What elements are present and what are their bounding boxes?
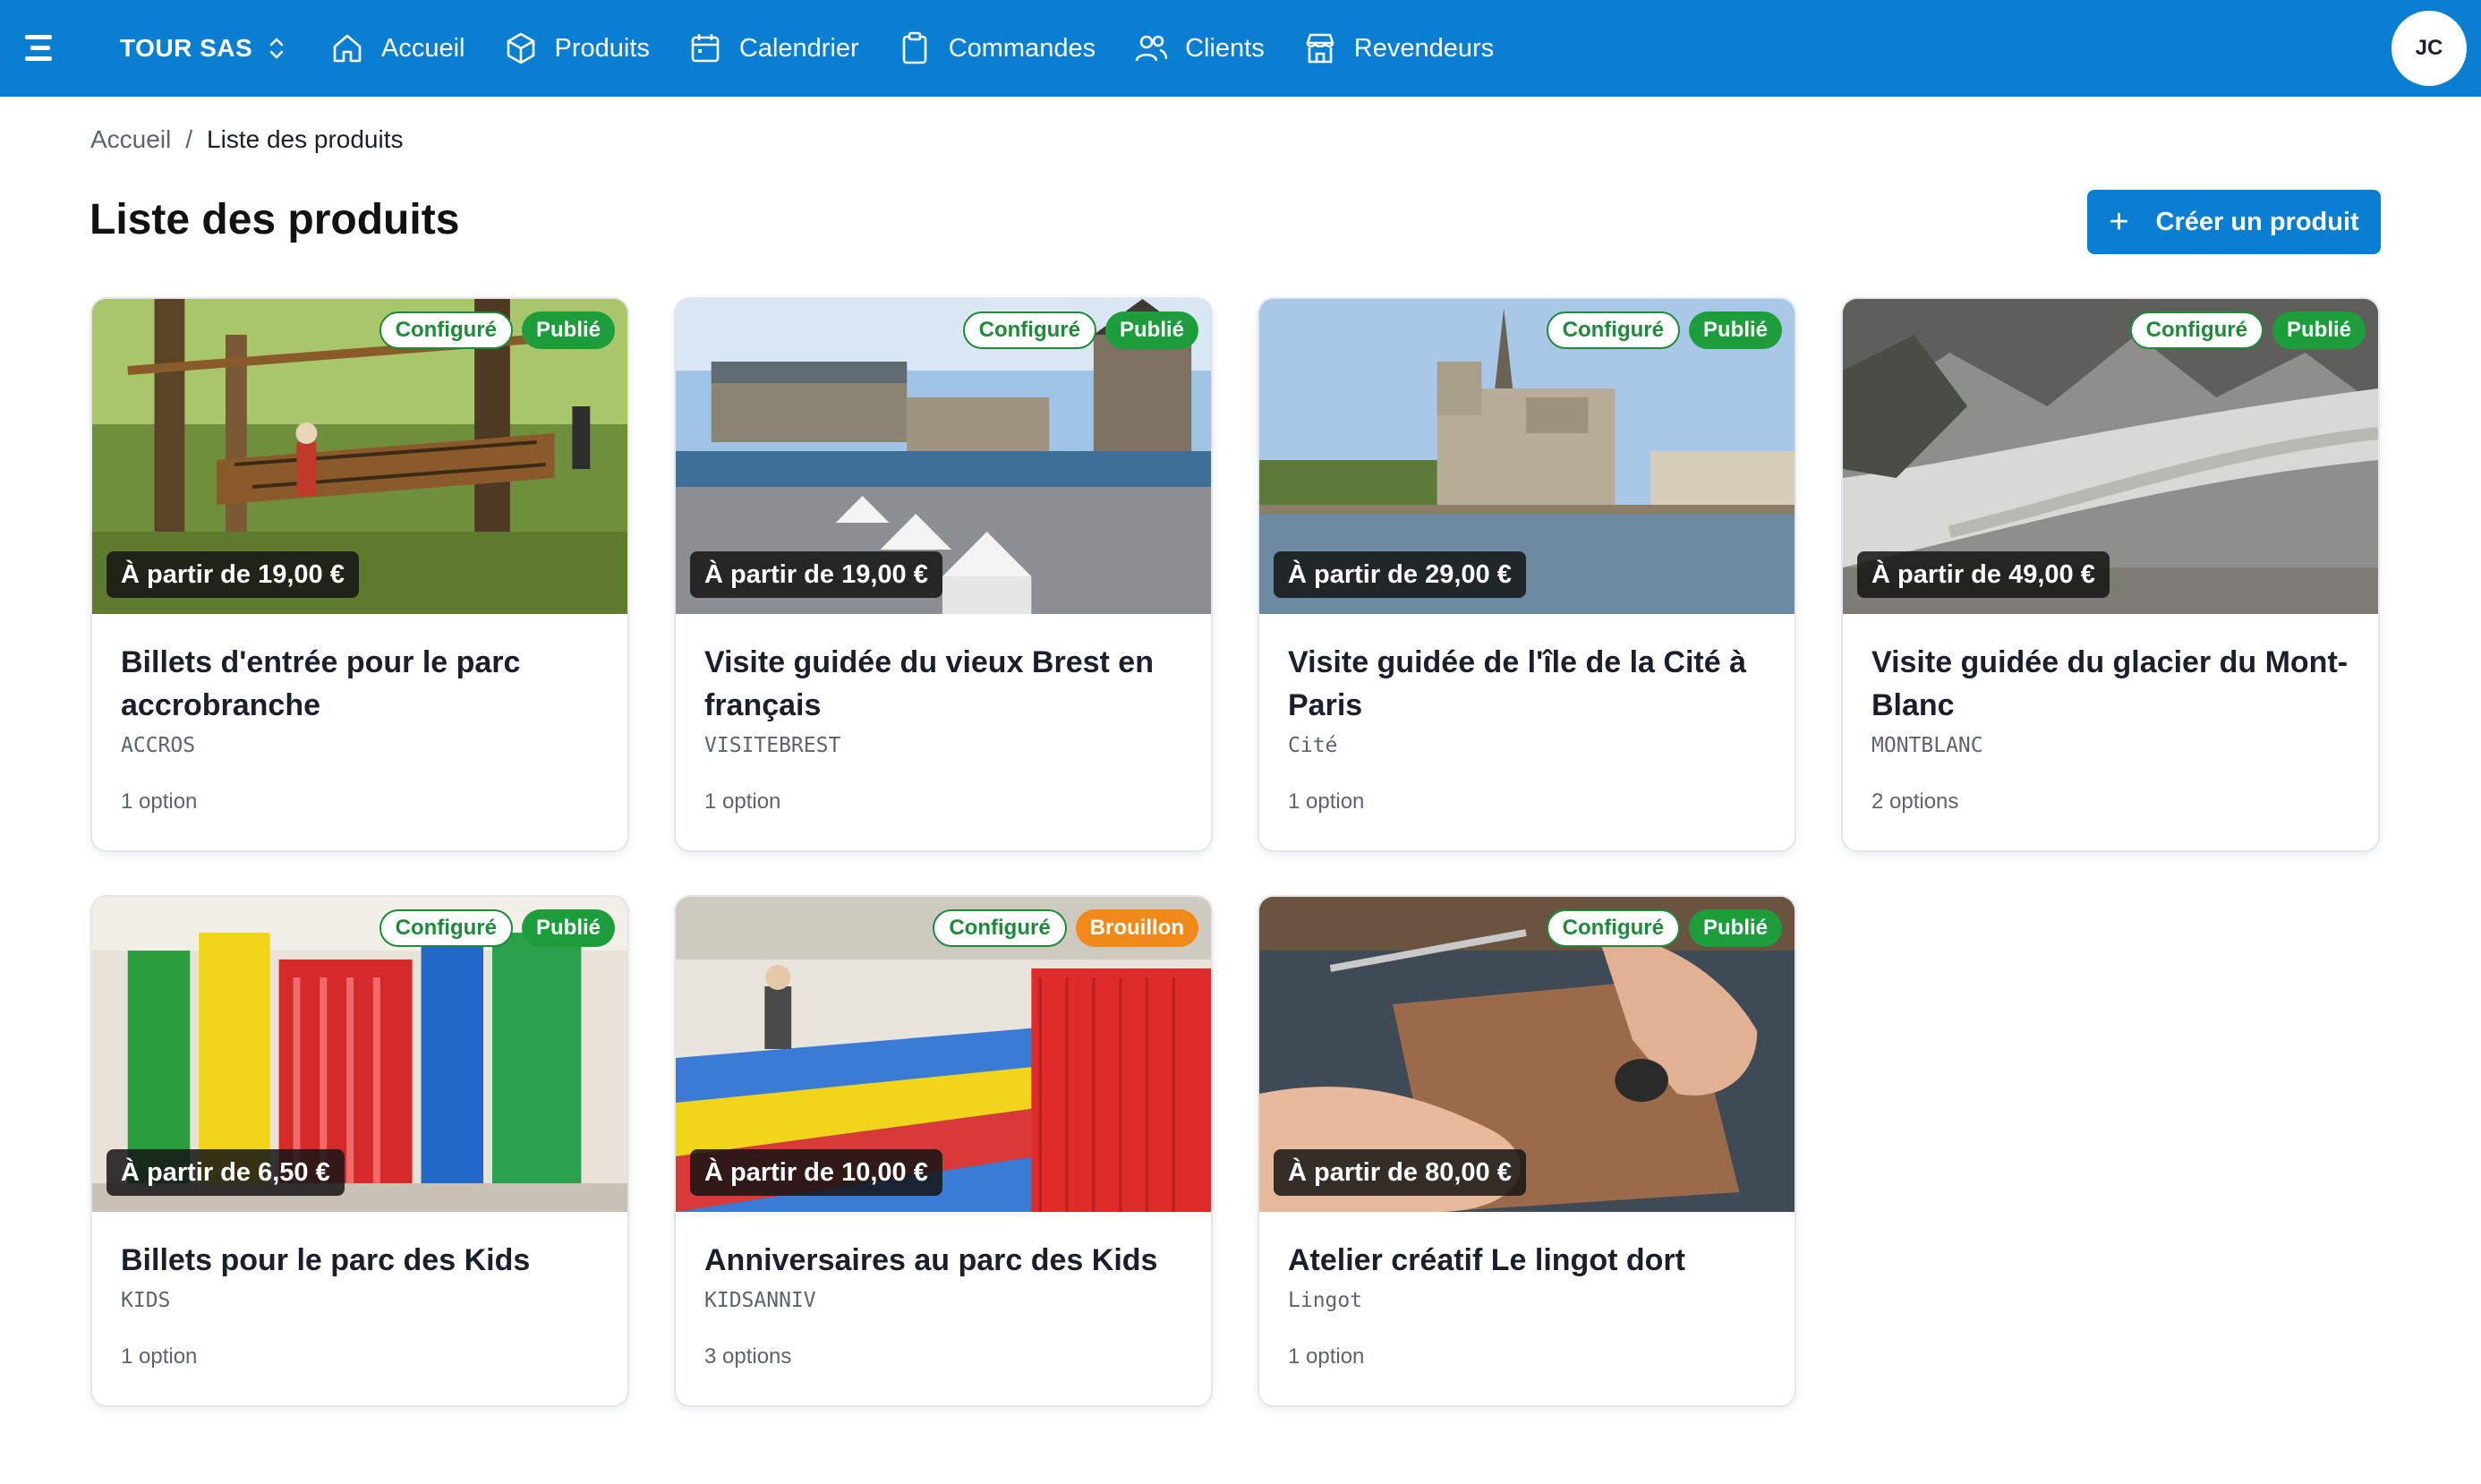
product-title[interactable]: Anniversaires au parc des Kids xyxy=(704,1239,1182,1282)
draft-badge: Brouillon xyxy=(1075,909,1198,947)
product-image-notre-dame: Configuré Publié À partir de 29,00 € xyxy=(1259,299,1795,614)
main-nav: Accueil Produits Calendrier Commandes Cl… xyxy=(329,0,1531,97)
nav-label-accueil: Accueil xyxy=(381,33,465,63)
published-badge: Publié xyxy=(1104,311,1198,349)
product-image-leather-workshop: Configuré Publié À partir de 80,00 € xyxy=(1259,897,1795,1212)
status-badges: Configuré Publié xyxy=(1546,311,1782,349)
product-card[interactable]: Configuré Publié À partir de 49,00 € Vis… xyxy=(1841,297,2380,852)
product-image-trampoline-park: Configuré Brouillon À partir de 10,00 € xyxy=(676,897,1211,1212)
product-image-glacier-valley: Configuré Publié À partir de 49,00 € xyxy=(1843,299,2378,614)
product-code: VISITEBREST xyxy=(704,734,841,757)
status-badges: Configuré Publié xyxy=(379,311,615,349)
nav-item-calendrier[interactable]: Calendrier xyxy=(687,30,859,66)
product-code: Cité xyxy=(1288,734,1338,757)
nav-label-clients: Clients xyxy=(1185,33,1265,63)
configured-badge: Configuré xyxy=(1546,909,1680,947)
product-image-treetop-adventure-park: Configuré Publié À partir de 19,00 € xyxy=(92,299,627,614)
configured-badge: Configuré xyxy=(962,311,1096,349)
product-code: KIDS xyxy=(121,1289,171,1312)
product-card[interactable]: Configuré Publié À partir de 19,00 € Bil… xyxy=(90,297,629,852)
product-title[interactable]: Billets d'entrée pour le parc accrobranc… xyxy=(121,641,599,727)
published-badge: Publié xyxy=(521,909,615,947)
configured-badge: Configuré xyxy=(379,909,513,947)
product-title[interactable]: Atelier créatif Le lingot dort xyxy=(1288,1239,1766,1282)
price-tag: À partir de 49,00 € xyxy=(1857,551,2110,598)
plus-icon: + xyxy=(2109,203,2129,241)
breadcrumb-home-link[interactable]: Accueil xyxy=(90,125,171,154)
status-badges: Configuré Brouillon xyxy=(933,909,1198,947)
price-tag: À partir de 19,00 € xyxy=(690,551,942,598)
nav-label-calendrier: Calendrier xyxy=(738,33,859,63)
product-card[interactable]: Configuré Brouillon À partir de 10,00 € … xyxy=(674,895,1213,1407)
configured-badge: Configuré xyxy=(1546,311,1680,349)
page-title: Liste des produits xyxy=(90,196,460,243)
configured-badge: Configuré xyxy=(379,311,513,349)
product-title[interactable]: Visite guidée du vieux Brest en français xyxy=(704,641,1182,727)
status-badges: Configuré Publié xyxy=(1546,909,1782,947)
price-tag: À partir de 19,00 € xyxy=(107,551,359,598)
organization-switcher[interactable]: TOUR SAS xyxy=(120,0,286,97)
organization-name: TOUR SAS xyxy=(120,34,253,62)
nav-item-commandes[interactable]: Commandes xyxy=(897,30,1096,66)
product-options-count: 1 option xyxy=(704,789,781,814)
product-image-brest-harbor: Configuré Publié À partir de 19,00 € xyxy=(676,299,1211,614)
product-card[interactable]: Configuré Publié À partir de 19,00 € Vis… xyxy=(674,297,1213,852)
product-title[interactable]: Billets pour le parc des Kids xyxy=(121,1239,599,1282)
nav-label-commandes: Commandes xyxy=(948,33,1096,63)
nav-label-produits: Produits xyxy=(554,33,650,63)
price-tag: À partir de 10,00 € xyxy=(690,1149,942,1196)
configured-badge: Configuré xyxy=(933,909,1067,947)
users-icon xyxy=(1135,35,1168,62)
create-product-button[interactable]: + Créer un produit xyxy=(2087,190,2381,254)
product-options-count: 3 options xyxy=(704,1344,792,1369)
product-title[interactable]: Visite guidée de l'île de la Cité à Pari… xyxy=(1288,641,1766,727)
price-tag: À partir de 80,00 € xyxy=(1274,1149,1526,1196)
price-tag: À partir de 6,50 € xyxy=(107,1149,345,1196)
nav-item-revendeurs[interactable]: Revendeurs xyxy=(1302,30,1494,66)
nav-item-clients[interactable]: Clients xyxy=(1133,30,1265,66)
calendar-icon xyxy=(691,34,720,63)
product-image-inflatable-slide: Configuré Publié À partir de 6,50 € xyxy=(92,897,627,1212)
breadcrumb: Accueil / Liste des produits xyxy=(90,125,404,154)
configured-badge: Configuré xyxy=(2129,311,2264,349)
nav-item-produits[interactable]: Produits xyxy=(503,30,650,66)
breadcrumb-separator: / xyxy=(185,125,193,153)
clipboard-icon xyxy=(902,31,926,64)
product-options-count: 1 option xyxy=(1288,789,1365,814)
product-code: Lingot xyxy=(1288,1289,1363,1312)
home-icon xyxy=(333,34,362,63)
status-badges: Configuré Publié xyxy=(379,909,615,947)
published-badge: Publié xyxy=(2272,311,2366,349)
product-card[interactable]: Configuré Publié À partir de 6,50 € Bill… xyxy=(90,895,629,1407)
product-code: ACCROS xyxy=(121,734,196,757)
create-product-label: Créer un produit xyxy=(2155,207,2359,236)
nav-label-revendeurs: Revendeurs xyxy=(1353,33,1495,63)
box-icon xyxy=(507,32,534,64)
status-badges: Configuré Publié xyxy=(962,311,1198,349)
status-badges: Configuré Publié xyxy=(2129,311,2366,349)
product-options-count: 1 option xyxy=(121,789,198,814)
user-avatar[interactable]: JC xyxy=(2391,11,2467,86)
published-badge: Publié xyxy=(1688,909,1782,947)
product-card[interactable]: Configuré Publié À partir de 29,00 € Vis… xyxy=(1258,297,1796,852)
product-options-count: 1 option xyxy=(121,1344,198,1369)
chevron-up-down-icon xyxy=(269,38,284,59)
product-options-count: 1 option xyxy=(1288,1344,1365,1369)
published-badge: Publié xyxy=(521,311,615,349)
breadcrumb-current: Liste des produits xyxy=(207,125,404,153)
product-card[interactable]: Configuré Publié À partir de 80,00 € Ate… xyxy=(1258,895,1796,1407)
price-tag: À partir de 29,00 € xyxy=(1274,551,1526,598)
app-logo-icon[interactable] xyxy=(21,30,57,66)
product-title[interactable]: Visite guidée du glacier du Mont-Blanc xyxy=(1871,641,2349,727)
product-code: KIDSANNIV xyxy=(704,1289,816,1312)
top-navigation-bar: TOUR SAS Accueil Produits Calendrier Com… xyxy=(0,0,2481,97)
published-badge: Publié xyxy=(1688,311,1782,349)
product-options-count: 2 options xyxy=(1871,789,1959,814)
product-code: MONTBLANC xyxy=(1871,734,1983,757)
store-icon xyxy=(1306,33,1334,64)
nav-item-accueil[interactable]: Accueil xyxy=(329,30,465,66)
